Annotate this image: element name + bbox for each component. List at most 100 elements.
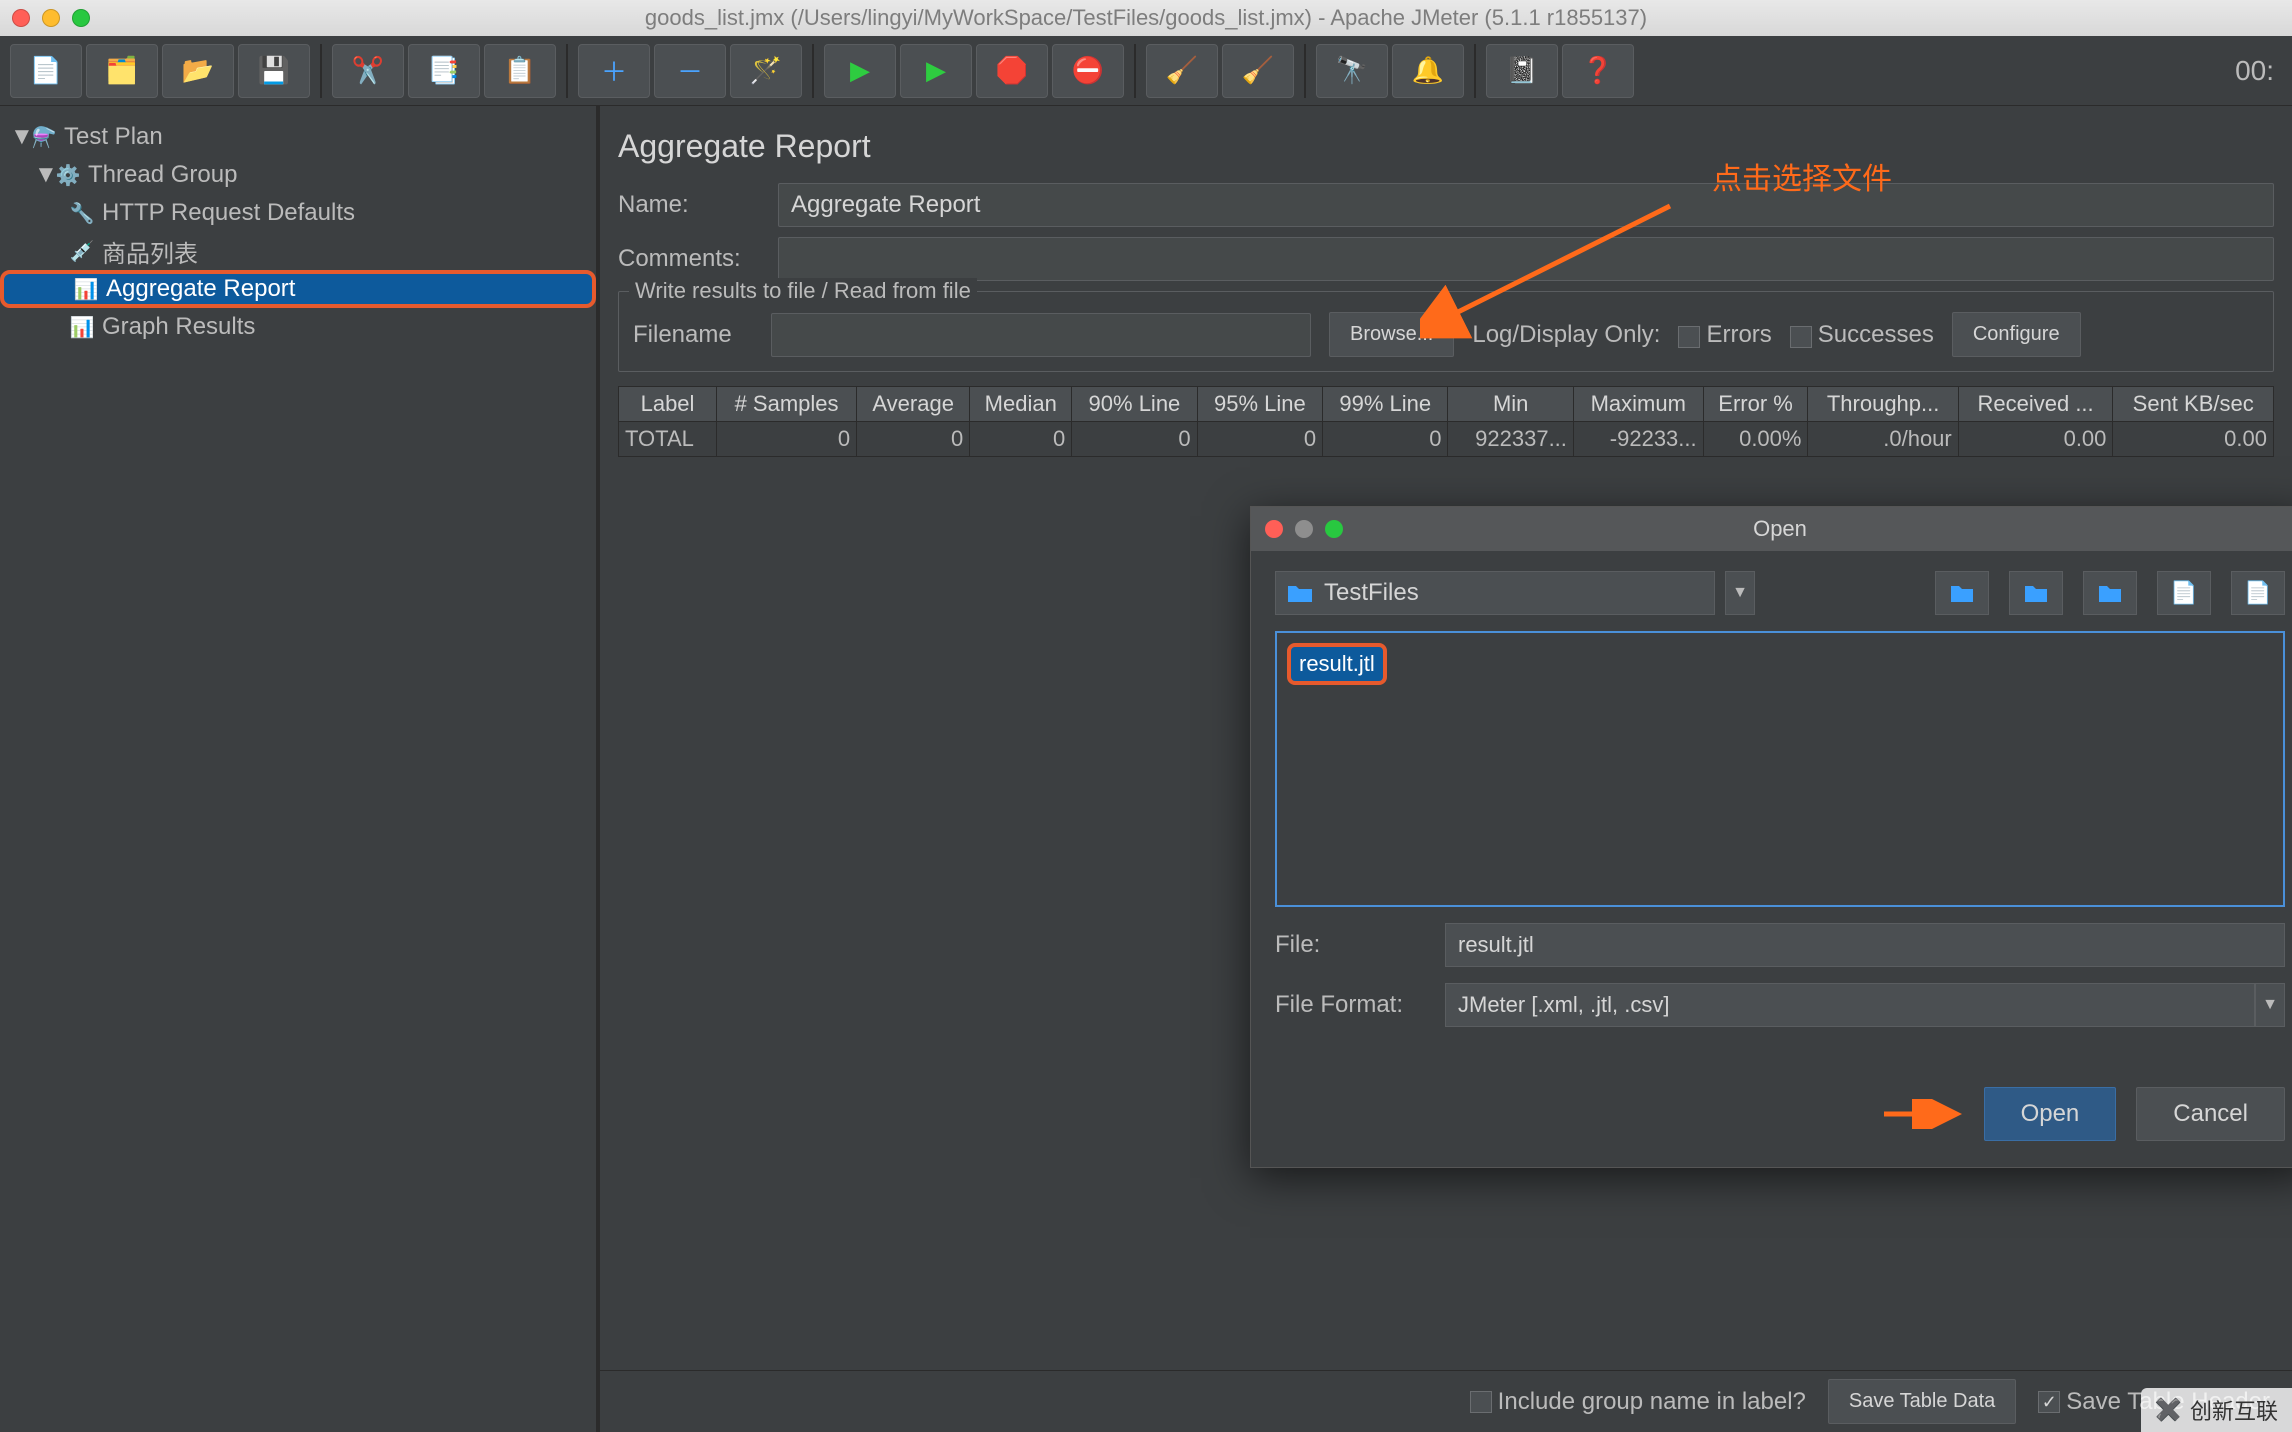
tree-item-http-defaults[interactable]: 🔧 HTTP Request Defaults — [0, 194, 596, 232]
templates-button[interactable]: 🗂️ — [86, 44, 158, 98]
dialog-close-button[interactable] — [1265, 520, 1283, 538]
home-folder-button[interactable] — [2009, 571, 2063, 615]
cell-min: 922337... — [1448, 422, 1573, 457]
cell-p95: 0 — [1197, 422, 1322, 457]
dialog-maximize-button[interactable] — [1325, 520, 1343, 538]
clear-button[interactable]: 🧹 — [1146, 44, 1218, 98]
caret-down-icon[interactable]: ▼ — [34, 161, 54, 189]
function-helper-button[interactable]: 📓 — [1486, 44, 1558, 98]
shutdown-button[interactable]: ⛔ — [1052, 44, 1124, 98]
bottom-toolbar: Include group name in label? Save Table … — [600, 1370, 2292, 1432]
comments-input[interactable] — [778, 237, 2274, 281]
panel-title: Aggregate Report — [618, 128, 2274, 165]
dialog-minimize-button[interactable] — [1295, 520, 1313, 538]
window-title: goods_list.jmx (/Users/lingyi/MyWorkSpac… — [0, 5, 2292, 31]
dialog-titlebar[interactable]: Open — [1251, 507, 2292, 551]
wrench-icon: 🔧 — [68, 199, 96, 227]
cell-label: TOTAL — [619, 422, 717, 457]
add-button[interactable]: ＋ — [578, 44, 650, 98]
test-plan-tree[interactable]: ▼ ⚗️ Test Plan ▼ ⚙️ Thread Group 🔧 HTTP … — [0, 106, 600, 1432]
successes-checkbox[interactable]: Successes — [1790, 321, 1934, 349]
paste-button[interactable]: 📋 — [484, 44, 556, 98]
folder-icon — [1286, 582, 1314, 604]
help-button[interactable]: ❓ — [1562, 44, 1634, 98]
tree-label: Test Plan — [64, 123, 163, 151]
tree-item-graph-results[interactable]: 📊 Graph Results — [0, 308, 596, 346]
table-header[interactable]: Error % — [1703, 387, 1808, 422]
file-item-result-jtl[interactable]: result.jtl — [1287, 643, 1387, 685]
up-folder-button[interactable] — [1935, 571, 1989, 615]
table-row[interactable]: TOTAL 0 0 0 0 0 0 922337... -92233... 0.… — [619, 422, 2274, 457]
table-header[interactable]: # Samples — [717, 387, 857, 422]
filename-label: Filename — [633, 321, 753, 349]
toolbar-separator — [566, 44, 568, 98]
errors-checkbox[interactable]: Errors — [1678, 321, 1771, 349]
cell-p90: 0 — [1072, 422, 1197, 457]
file-format-label: File Format: — [1275, 991, 1445, 1019]
configure-button[interactable]: Configure — [1952, 312, 2081, 357]
tree-item-goods-list[interactable]: 💉 商品列表 — [0, 232, 596, 270]
annotation-arrow-icon — [1884, 1099, 1964, 1129]
chevron-down-icon[interactable]: ▼ — [1725, 571, 1755, 615]
file-list[interactable]: result.jtl — [1275, 631, 2285, 907]
cell-received: 0.00 — [1958, 422, 2113, 457]
save-table-data-button[interactable]: Save Table Data — [1828, 1379, 2016, 1424]
main-toolbar: 📄 🗂️ 📂 💾 ✂️ 📑 📋 ＋ － 🪄 ▶ ▶ 🛑 ⛔ 🧹 🧹 🔭 🔔 📓 … — [0, 36, 2292, 106]
folder-icon — [1949, 582, 1975, 604]
clear-all-button[interactable]: 🧹 — [1222, 44, 1294, 98]
table-header[interactable]: 95% Line — [1197, 387, 1322, 422]
filename-input[interactable] — [771, 313, 1311, 357]
stop-button[interactable]: 🛑 — [976, 44, 1048, 98]
comments-label: Comments: — [618, 245, 778, 273]
table-header[interactable]: Received ... — [1958, 387, 2113, 422]
search-button[interactable]: 🔭 — [1316, 44, 1388, 98]
tree-item-thread-group[interactable]: ▼ ⚙️ Thread Group — [0, 156, 596, 194]
table-header[interactable]: 99% Line — [1323, 387, 1448, 422]
elapsed-timer: 00: — [2235, 55, 2282, 87]
new-folder-button[interactable] — [2083, 571, 2137, 615]
file-input[interactable]: result.jtl — [1445, 923, 2285, 967]
cut-button[interactable]: ✂️ — [332, 44, 404, 98]
table-header[interactable]: Sent KB/sec — [2113, 387, 2274, 422]
table-header[interactable]: Throughp... — [1808, 387, 1958, 422]
tree-item-aggregate-report[interactable]: 📊 Aggregate Report — [0, 270, 596, 308]
open-button[interactable]: 📂 — [162, 44, 234, 98]
fieldset-legend: Write results to file / Read from file — [629, 278, 977, 304]
cancel-button[interactable]: Cancel — [2136, 1087, 2285, 1141]
cell-median: 0 — [970, 422, 1072, 457]
errors-label: Errors — [1706, 321, 1771, 348]
caret-down-icon[interactable]: ▼ — [10, 123, 30, 151]
save-button[interactable]: 💾 — [238, 44, 310, 98]
successes-label: Successes — [1818, 321, 1934, 348]
window-titlebar: goods_list.jmx (/Users/lingyi/MyWorkSpac… — [0, 0, 2292, 36]
table-header[interactable]: Min — [1448, 387, 1573, 422]
list-view-button[interactable]: 📄 — [2157, 571, 2211, 615]
folder-icon — [2023, 582, 2049, 604]
name-input[interactable] — [778, 183, 2274, 227]
tree-item-test-plan[interactable]: ▼ ⚗️ Test Plan — [0, 118, 596, 156]
table-header[interactable]: Maximum — [1573, 387, 1703, 422]
new-button[interactable]: 📄 — [10, 44, 82, 98]
tree-label: HTTP Request Defaults — [102, 199, 355, 227]
table-header[interactable]: Label — [619, 387, 717, 422]
table-header[interactable]: Median — [970, 387, 1072, 422]
folder-selector[interactable]: TestFiles — [1275, 571, 1715, 615]
flask-icon: ⚗️ — [30, 123, 58, 151]
chevron-down-icon[interactable]: ▼ — [2255, 983, 2285, 1027]
open-button[interactable]: Open — [1984, 1087, 2117, 1141]
start-no-pause-button[interactable]: ▶ — [900, 44, 972, 98]
tree-label: Graph Results — [102, 313, 255, 341]
file-format-select[interactable]: JMeter [.xml, .jtl, .csv] — [1445, 983, 2255, 1027]
browse-button[interactable]: Browse... — [1329, 312, 1454, 357]
table-header[interactable]: Average — [857, 387, 970, 422]
table-header[interactable]: 90% Line — [1072, 387, 1197, 422]
start-button[interactable]: ▶ — [824, 44, 896, 98]
detail-view-button[interactable]: 📄 — [2231, 571, 2285, 615]
copy-button[interactable]: 📑 — [408, 44, 480, 98]
reset-search-button[interactable]: 🔔 — [1392, 44, 1464, 98]
toolbar-separator — [1474, 44, 1476, 98]
toggle-button[interactable]: 🪄 — [730, 44, 802, 98]
remove-button[interactable]: － — [654, 44, 726, 98]
include-group-checkbox[interactable]: Include group name in label? — [1470, 1388, 1806, 1416]
cell-max: -92233... — [1573, 422, 1703, 457]
